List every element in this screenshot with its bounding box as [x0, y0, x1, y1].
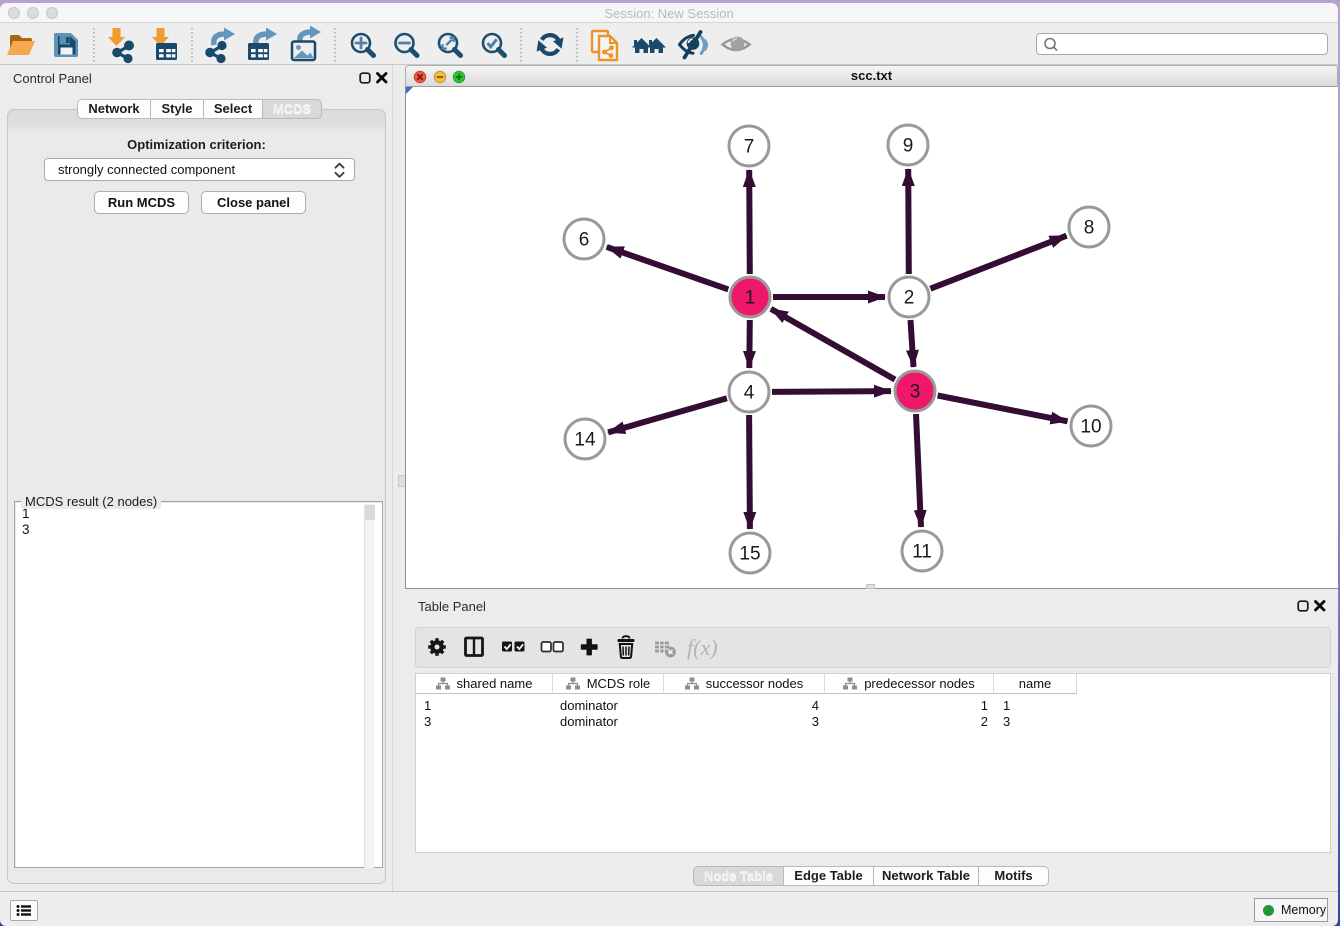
svg-text:15: 15 — [739, 544, 760, 565]
svg-text:4: 4 — [744, 383, 755, 404]
svg-text:10: 10 — [1080, 417, 1101, 438]
svg-text:2: 2 — [904, 288, 915, 309]
svg-text:7: 7 — [744, 137, 755, 158]
svg-text:6: 6 — [579, 230, 590, 251]
svg-text:8: 8 — [1084, 218, 1095, 239]
svg-text:14: 14 — [574, 430, 596, 451]
svg-text:f(x): f(x) — [687, 635, 718, 660]
svg-text:1: 1 — [745, 288, 756, 309]
svg-text:9: 9 — [903, 136, 914, 157]
svg-text:11: 11 — [912, 542, 932, 563]
svg-text:3: 3 — [910, 382, 921, 403]
